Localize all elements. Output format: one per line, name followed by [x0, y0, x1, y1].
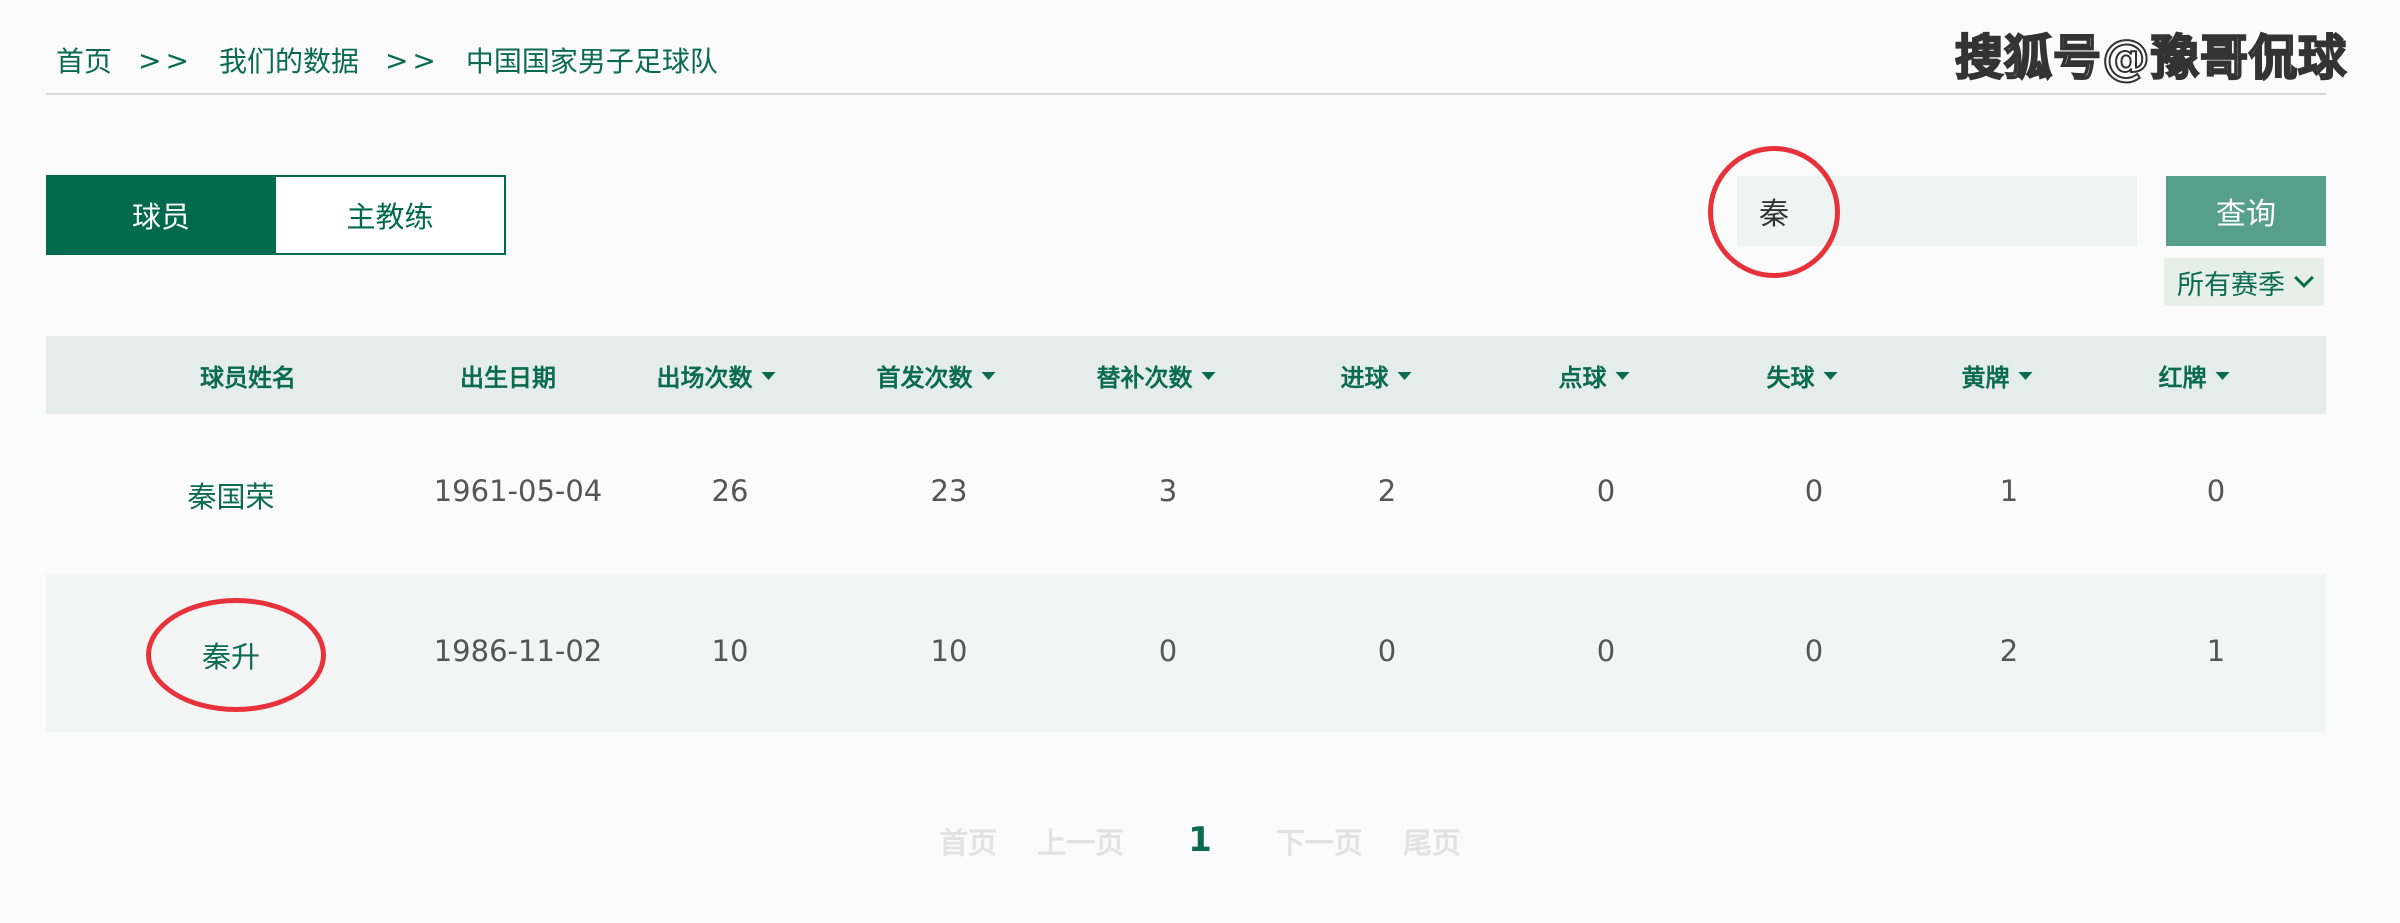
sort-down-icon	[761, 371, 776, 380]
sort-down-icon	[2215, 371, 2230, 380]
tab-players[interactable]: 球员	[46, 175, 276, 255]
header-penalties[interactable]: 点球	[1559, 358, 1630, 393]
header-player-name: 球员姓名	[200, 364, 296, 392]
header-substitutions[interactable]: 替补次数	[1097, 358, 1216, 393]
first-page-button[interactable]: 首页	[939, 820, 997, 862]
last-page-button[interactable]: 尾页	[1403, 820, 1461, 862]
cell-substitutions: 3	[1158, 474, 1178, 508]
cell-yellow-cards: 2	[1999, 634, 2019, 668]
sort-down-icon	[1201, 371, 1216, 380]
cell-starts: 10	[930, 634, 968, 668]
annotation-circle-search	[1708, 146, 1840, 278]
table-header: 球员姓名 出生日期 出场次数 首发次数 替补次数 进球 点球 失球 黄牌 红牌	[46, 336, 2326, 414]
season-select-label: 所有赛季	[2177, 269, 2285, 301]
pagination: 首页 上一页 1 下一页 尾页	[0, 820, 2400, 862]
cell-red-cards: 0	[2206, 474, 2226, 508]
header-starts[interactable]: 首发次数	[877, 358, 996, 393]
cell-goals-conceded: 0	[1804, 634, 1824, 668]
cell-starts: 23	[930, 474, 968, 508]
tab-head-coach[interactable]: 主教练	[276, 175, 506, 255]
annotation-circle-player	[146, 598, 326, 712]
cell-red-cards: 1	[2206, 634, 2226, 668]
cell-goals-conceded: 0	[1804, 474, 1824, 508]
players-table: 球员姓名 出生日期 出场次数 首发次数 替补次数 进球 点球 失球 黄牌 红牌 …	[46, 336, 2326, 732]
cell-birth-date: 1961-05-04	[433, 474, 603, 508]
table-row: 秦升 1986-11-02 10 10 0 0 0 0 2 1	[46, 574, 2326, 732]
header-red-cards[interactable]: 红牌	[2159, 358, 2230, 393]
next-page-button[interactable]: 下一页	[1276, 820, 1363, 862]
table-row: 秦国荣 1961-05-04 26 23 3 2 0 0 1 0	[46, 414, 2326, 572]
header-birth-date: 出生日期	[460, 364, 556, 392]
breadcrumb: 首页 >> 我们的数据 >> 中国国家男子足球队	[56, 40, 718, 80]
sort-down-icon	[1615, 371, 1630, 380]
sort-down-icon	[1397, 371, 1412, 380]
chevron-down-icon	[2294, 268, 2314, 288]
sort-down-icon	[2018, 371, 2033, 380]
cell-birth-date: 1986-11-02	[433, 634, 603, 668]
sort-down-icon	[981, 371, 996, 380]
breadcrumb-separator: >>	[384, 43, 440, 77]
divider	[46, 93, 2326, 95]
cell-goals: 2	[1377, 474, 1397, 508]
cell-appearances: 26	[711, 474, 749, 508]
cell-yellow-cards: 1	[1999, 474, 2019, 508]
cell-goals: 0	[1377, 634, 1397, 668]
tab-bar: 球员 主教练	[46, 175, 506, 255]
cell-penalties: 0	[1596, 474, 1616, 508]
query-button[interactable]: 查询	[2166, 176, 2326, 246]
watermark: 搜狐号@豫哥侃球	[1954, 29, 2348, 87]
prev-page-button[interactable]: 上一页	[1037, 820, 1124, 862]
cell-substitutions: 0	[1158, 634, 1178, 668]
cell-appearances: 10	[711, 634, 749, 668]
current-page[interactable]: 1	[1188, 820, 1212, 862]
breadcrumb-separator: >>	[138, 43, 193, 77]
header-yellow-cards[interactable]: 黄牌	[1962, 358, 2033, 393]
header-appearances[interactable]: 出场次数	[657, 358, 776, 393]
breadcrumb-home-link[interactable]: 首页	[56, 40, 112, 80]
breadcrumb-data-link[interactable]: 我们的数据	[219, 40, 359, 80]
player-name-link[interactable]: 秦国荣	[187, 474, 274, 516]
header-goals-conceded[interactable]: 失球	[1767, 358, 1838, 393]
season-select[interactable]: 所有赛季	[2164, 258, 2324, 306]
sort-down-icon	[1823, 371, 1838, 380]
cell-penalties: 0	[1596, 634, 1616, 668]
breadcrumb-current[interactable]: 中国国家男子足球队	[466, 40, 718, 80]
header-goals[interactable]: 进球	[1341, 358, 1412, 393]
